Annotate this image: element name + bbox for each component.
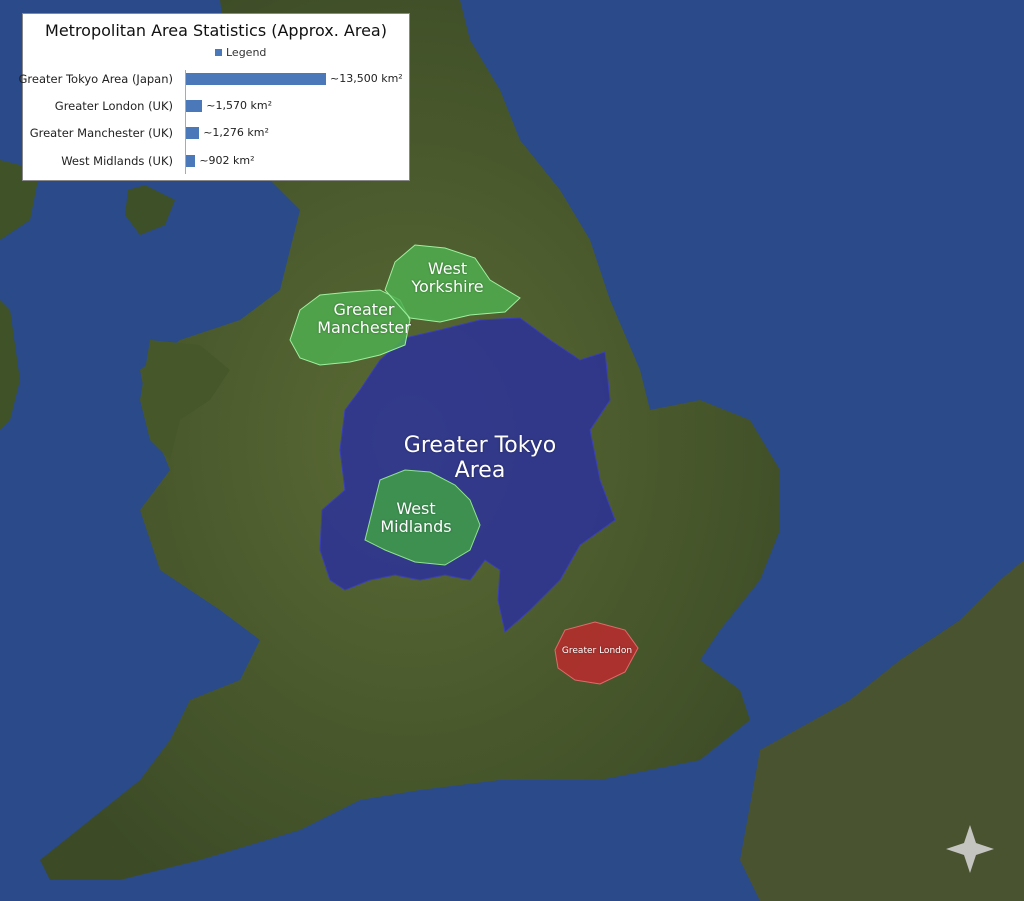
greater-manchester-label-line1: Greater (333, 300, 395, 319)
stat-value: ~13,500 km² (330, 72, 403, 85)
stat-bar (186, 100, 203, 112)
west-yorkshire-label-line1: West (427, 259, 468, 278)
west-yorkshire-label: West Yorkshire (400, 259, 495, 297)
greater-manchester-label-line2: Manchester (317, 318, 411, 338)
stat-row: Greater London (UK) ~1,570 km² (23, 97, 409, 115)
stat-label: West Midlands (UK) (61, 154, 173, 168)
stat-bar (186, 127, 200, 139)
stat-row: Greater Manchester (UK) ~1,276 km² (23, 124, 409, 142)
greater-tokyo-label-line1: Greater Tokyo (403, 433, 557, 458)
west-midlands-label: West Midlands (368, 499, 464, 537)
greater-manchester-label: Greater Manchester (306, 300, 422, 338)
stats-panel: Metropolitan Area Statistics (Approx. Ar… (19, 13, 410, 181)
stat-label: Greater Manchester (UK) (29, 126, 173, 140)
stats-title: Metropolitan Area Statistics (Approx. Ar… (45, 21, 387, 40)
stat-bar (186, 73, 326, 85)
stat-row: Greater Tokyo Area (Japan) ~13,500 km² (19, 70, 409, 88)
greater-london-label: Greater London (561, 646, 633, 656)
west-midlands-label-line2: Midlands (380, 517, 452, 537)
stat-label: Greater London (UK) (54, 99, 173, 113)
greater-tokyo-label-line2: Area (454, 458, 506, 484)
legend: Legend (215, 46, 266, 59)
legend-label: Legend (226, 46, 267, 59)
west-yorkshire-label-line2: Yorkshire (411, 277, 484, 297)
stat-value: ~1,570 km² (206, 99, 272, 112)
stat-value: ~902 km² (199, 154, 255, 167)
west-midlands-label-line1: West (396, 499, 436, 518)
stat-label: Greater Tokyo Area (Japan) (18, 72, 174, 86)
stat-row: West Midlands (UK) ~902 km² (23, 152, 409, 170)
stat-bar (186, 155, 196, 167)
stat-value: ~1,276 km² (203, 126, 269, 139)
map-view[interactable]: Metropolitan Area Statistics (Approx. Ar… (0, 0, 1024, 901)
legend-swatch (215, 49, 222, 56)
greater-tokyo-label: Greater Tokyo Area (395, 433, 565, 484)
